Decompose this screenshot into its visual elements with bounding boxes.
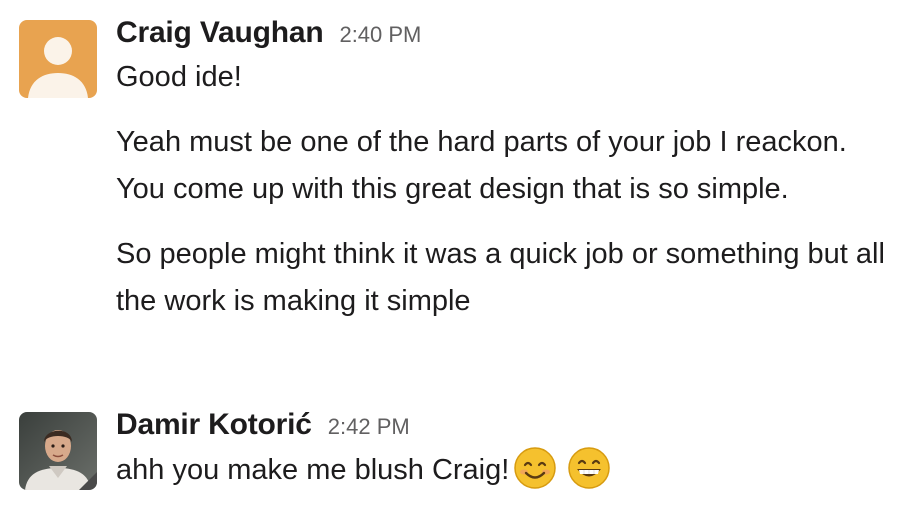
user-photo [19, 412, 97, 490]
message-text: ahh you make me blush Craig! [116, 454, 510, 486]
avatar[interactable] [19, 20, 97, 98]
avatar[interactable] [19, 412, 97, 490]
message-header: Damir Kotorić 2:42 PM [116, 408, 894, 448]
timestamp[interactable]: 2:42 PM [328, 414, 410, 440]
default-person-icon [19, 20, 97, 98]
message-text: Good ide! [116, 61, 242, 93]
message-body: Craig Vaughan 2:40 PM Good ide! Yeah mus… [116, 16, 894, 325]
timestamp[interactable]: 2:40 PM [339, 22, 421, 48]
message-feed: Craig Vaughan 2:40 PM Good ide! Yeah mus… [0, 0, 914, 526]
smiling-face-icon[interactable] [513, 446, 557, 505]
message-text-line: ahh you make me blush Craig! [116, 446, 894, 505]
author-name[interactable]: Craig Vaughan [116, 16, 324, 50]
message-header: Craig Vaughan 2:40 PM [116, 16, 894, 56]
message-text: Yeah must be one of the hard parts of yo… [116, 126, 847, 205]
author-name[interactable]: Damir Kotorić [116, 408, 312, 442]
message-body: Damir Kotorić 2:42 PM ahh you make me bl… [116, 408, 894, 505]
message-text: So people might think it was a quick job… [116, 238, 885, 317]
grinning-face-icon[interactable] [567, 446, 611, 505]
